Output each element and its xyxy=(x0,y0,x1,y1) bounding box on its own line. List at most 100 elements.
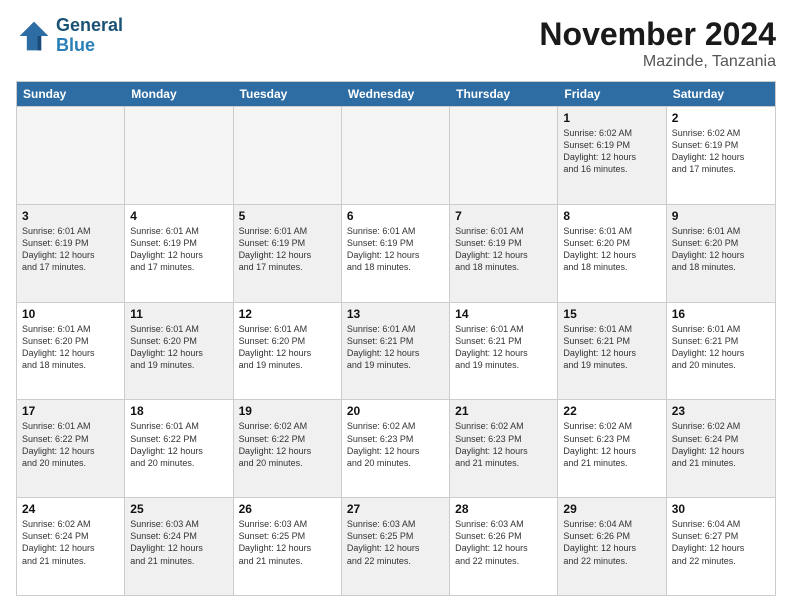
day-number: 7 xyxy=(455,209,552,223)
day-number: 29 xyxy=(563,502,660,516)
calendar: SundayMondayTuesdayWednesdayThursdayFrid… xyxy=(16,81,776,596)
calendar-row-5: 24 Sunrise: 6:02 AMSunset: 6:24 PMDayligh… xyxy=(17,497,775,595)
calendar-cell xyxy=(17,107,125,204)
calendar-row-4: 17 Sunrise: 6:01 AMSunset: 6:22 PMDayligh… xyxy=(17,399,775,497)
header: General Blue November 2024 Mazinde, Tanz… xyxy=(16,16,776,71)
day-number: 21 xyxy=(455,404,552,418)
day-info: Sunrise: 6:02 AMSunset: 6:23 PMDaylight:… xyxy=(563,420,660,469)
day-info: Sunrise: 6:04 AMSunset: 6:27 PMDaylight:… xyxy=(672,518,770,567)
calendar-cell: 26 Sunrise: 6:03 AMSunset: 6:25 PMDayligh… xyxy=(234,498,342,595)
day-number: 28 xyxy=(455,502,552,516)
calendar-row-2: 3 Sunrise: 6:01 AMSunset: 6:19 PMDaylight… xyxy=(17,204,775,302)
day-info: Sunrise: 6:02 AMSunset: 6:19 PMDaylight:… xyxy=(563,127,660,176)
day-info: Sunrise: 6:03 AMSunset: 6:24 PMDaylight:… xyxy=(130,518,227,567)
day-number: 8 xyxy=(563,209,660,223)
weekday-header-thursday: Thursday xyxy=(450,82,558,106)
calendar-cell: 24 Sunrise: 6:02 AMSunset: 6:24 PMDayligh… xyxy=(17,498,125,595)
calendar-cell: 14Sunrise: 6:01 AMSunset: 6:21 PMDayligh… xyxy=(450,303,558,400)
calendar-cell: 7Sunrise: 6:01 AMSunset: 6:19 PMDaylight… xyxy=(450,205,558,302)
day-info: Sunrise: 6:01 AMSunset: 6:22 PMDaylight:… xyxy=(130,420,227,469)
calendar-row-1: 1 Sunrise: 6:02 AMSunset: 6:19 PMDaylight… xyxy=(17,106,775,204)
day-number: 17 xyxy=(22,404,119,418)
day-info: Sunrise: 6:04 AMSunset: 6:26 PMDaylight:… xyxy=(563,518,660,567)
day-number: 18 xyxy=(130,404,227,418)
weekday-header-sunday: Sunday xyxy=(17,82,125,106)
calendar-cell: 12Sunrise: 6:01 AMSunset: 6:20 PMDayligh… xyxy=(234,303,342,400)
day-number: 6 xyxy=(347,209,444,223)
day-info: Sunrise: 6:02 AMSunset: 6:23 PMDaylight:… xyxy=(455,420,552,469)
day-number: 25 xyxy=(130,502,227,516)
month-title: November 2024 xyxy=(539,16,776,53)
day-info: Sunrise: 6:03 AMSunset: 6:25 PMDaylight:… xyxy=(239,518,336,567)
day-info: Sunrise: 6:01 AMSunset: 6:19 PMDaylight:… xyxy=(130,225,227,274)
calendar-cell: 17 Sunrise: 6:01 AMSunset: 6:22 PMDayligh… xyxy=(17,400,125,497)
calendar-cell: 9 Sunrise: 6:01 AMSunset: 6:20 PMDaylight… xyxy=(667,205,775,302)
calendar-cell xyxy=(450,107,558,204)
day-info: Sunrise: 6:02 AMSunset: 6:23 PMDaylight:… xyxy=(347,420,444,469)
calendar-cell: 25 Sunrise: 6:03 AMSunset: 6:24 PMDayligh… xyxy=(125,498,233,595)
weekday-header-wednesday: Wednesday xyxy=(342,82,450,106)
day-number: 26 xyxy=(239,502,336,516)
day-number: 3 xyxy=(22,209,119,223)
calendar-cell: 6Sunrise: 6:01 AMSunset: 6:19 PMDaylight… xyxy=(342,205,450,302)
page: General Blue November 2024 Mazinde, Tanz… xyxy=(0,0,792,612)
weekday-header-monday: Monday xyxy=(125,82,233,106)
day-info: Sunrise: 6:02 AMSunset: 6:19 PMDaylight:… xyxy=(672,127,770,176)
calendar-cell xyxy=(342,107,450,204)
calendar-cell: 20 Sunrise: 6:02 AMSunset: 6:23 PMDayligh… xyxy=(342,400,450,497)
logo: General Blue xyxy=(16,16,123,56)
calendar-cell: 19 Sunrise: 6:02 AMSunset: 6:22 PMDayligh… xyxy=(234,400,342,497)
day-number: 1 xyxy=(563,111,660,125)
calendar-cell: 4 Sunrise: 6:01 AMSunset: 6:19 PMDaylight… xyxy=(125,205,233,302)
calendar-cell: 22Sunrise: 6:02 AMSunset: 6:23 PMDayligh… xyxy=(558,400,666,497)
day-info: Sunrise: 6:01 AMSunset: 6:20 PMDaylight:… xyxy=(239,323,336,372)
day-number: 5 xyxy=(239,209,336,223)
calendar-cell: 21 Sunrise: 6:02 AMSunset: 6:23 PMDayligh… xyxy=(450,400,558,497)
day-info: Sunrise: 6:02 AMSunset: 6:22 PMDaylight:… xyxy=(239,420,336,469)
calendar-cell: 27Sunrise: 6:03 AMSunset: 6:25 PMDayligh… xyxy=(342,498,450,595)
location-title: Mazinde, Tanzania xyxy=(539,53,776,71)
calendar-cell: 23Sunrise: 6:02 AMSunset: 6:24 PMDayligh… xyxy=(667,400,775,497)
day-info: Sunrise: 6:01 AMSunset: 6:19 PMDaylight:… xyxy=(239,225,336,274)
calendar-cell: 16 Sunrise: 6:01 AMSunset: 6:21 PMDayligh… xyxy=(667,303,775,400)
calendar-cell: 11Sunrise: 6:01 AMSunset: 6:20 PMDayligh… xyxy=(125,303,233,400)
calendar-cell: 30 Sunrise: 6:04 AMSunset: 6:27 PMDayligh… xyxy=(667,498,775,595)
calendar-row-3: 10Sunrise: 6:01 AMSunset: 6:20 PMDayligh… xyxy=(17,302,775,400)
day-number: 9 xyxy=(672,209,770,223)
title-block: November 2024 Mazinde, Tanzania xyxy=(539,16,776,71)
calendar-cell: 29 Sunrise: 6:04 AMSunset: 6:26 PMDayligh… xyxy=(558,498,666,595)
day-info: Sunrise: 6:01 AMSunset: 6:20 PMDaylight:… xyxy=(130,323,227,372)
calendar-header: SundayMondayTuesdayWednesdayThursdayFrid… xyxy=(17,82,775,106)
day-number: 20 xyxy=(347,404,444,418)
calendar-cell: 28 Sunrise: 6:03 AMSunset: 6:26 PMDayligh… xyxy=(450,498,558,595)
day-number: 16 xyxy=(672,307,770,321)
calendar-cell: 1 Sunrise: 6:02 AMSunset: 6:19 PMDaylight… xyxy=(558,107,666,204)
logo-line1: General xyxy=(56,16,123,36)
logo-icon xyxy=(16,18,52,54)
calendar-cell: 3 Sunrise: 6:01 AMSunset: 6:19 PMDaylight… xyxy=(17,205,125,302)
calendar-cell xyxy=(234,107,342,204)
day-info: Sunrise: 6:02 AMSunset: 6:24 PMDaylight:… xyxy=(672,420,770,469)
calendar-cell: 13Sunrise: 6:01 AMSunset: 6:21 PMDayligh… xyxy=(342,303,450,400)
calendar-body: 1 Sunrise: 6:02 AMSunset: 6:19 PMDaylight… xyxy=(17,106,775,595)
day-info: Sunrise: 6:01 AMSunset: 6:19 PMDaylight:… xyxy=(22,225,119,274)
calendar-cell: 2Sunrise: 6:02 AMSunset: 6:19 PMDaylight… xyxy=(667,107,775,204)
calendar-cell: 5 Sunrise: 6:01 AMSunset: 6:19 PMDaylight… xyxy=(234,205,342,302)
weekday-header-tuesday: Tuesday xyxy=(234,82,342,106)
day-info: Sunrise: 6:01 AMSunset: 6:22 PMDaylight:… xyxy=(22,420,119,469)
day-info: Sunrise: 6:01 AMSunset: 6:21 PMDaylight:… xyxy=(672,323,770,372)
day-number: 4 xyxy=(130,209,227,223)
day-info: Sunrise: 6:02 AMSunset: 6:24 PMDaylight:… xyxy=(22,518,119,567)
day-info: Sunrise: 6:01 AMSunset: 6:20 PMDaylight:… xyxy=(672,225,770,274)
logo-text: General Blue xyxy=(56,16,123,56)
day-number: 14 xyxy=(455,307,552,321)
day-info: Sunrise: 6:03 AMSunset: 6:26 PMDaylight:… xyxy=(455,518,552,567)
day-number: 19 xyxy=(239,404,336,418)
calendar-cell: 10Sunrise: 6:01 AMSunset: 6:20 PMDayligh… xyxy=(17,303,125,400)
day-number: 30 xyxy=(672,502,770,516)
day-info: Sunrise: 6:01 AMSunset: 6:20 PMDaylight:… xyxy=(563,225,660,274)
day-info: Sunrise: 6:01 AMSunset: 6:21 PMDaylight:… xyxy=(347,323,444,372)
day-number: 27 xyxy=(347,502,444,516)
day-number: 24 xyxy=(22,502,119,516)
day-info: Sunrise: 6:01 AMSunset: 6:21 PMDaylight:… xyxy=(563,323,660,372)
